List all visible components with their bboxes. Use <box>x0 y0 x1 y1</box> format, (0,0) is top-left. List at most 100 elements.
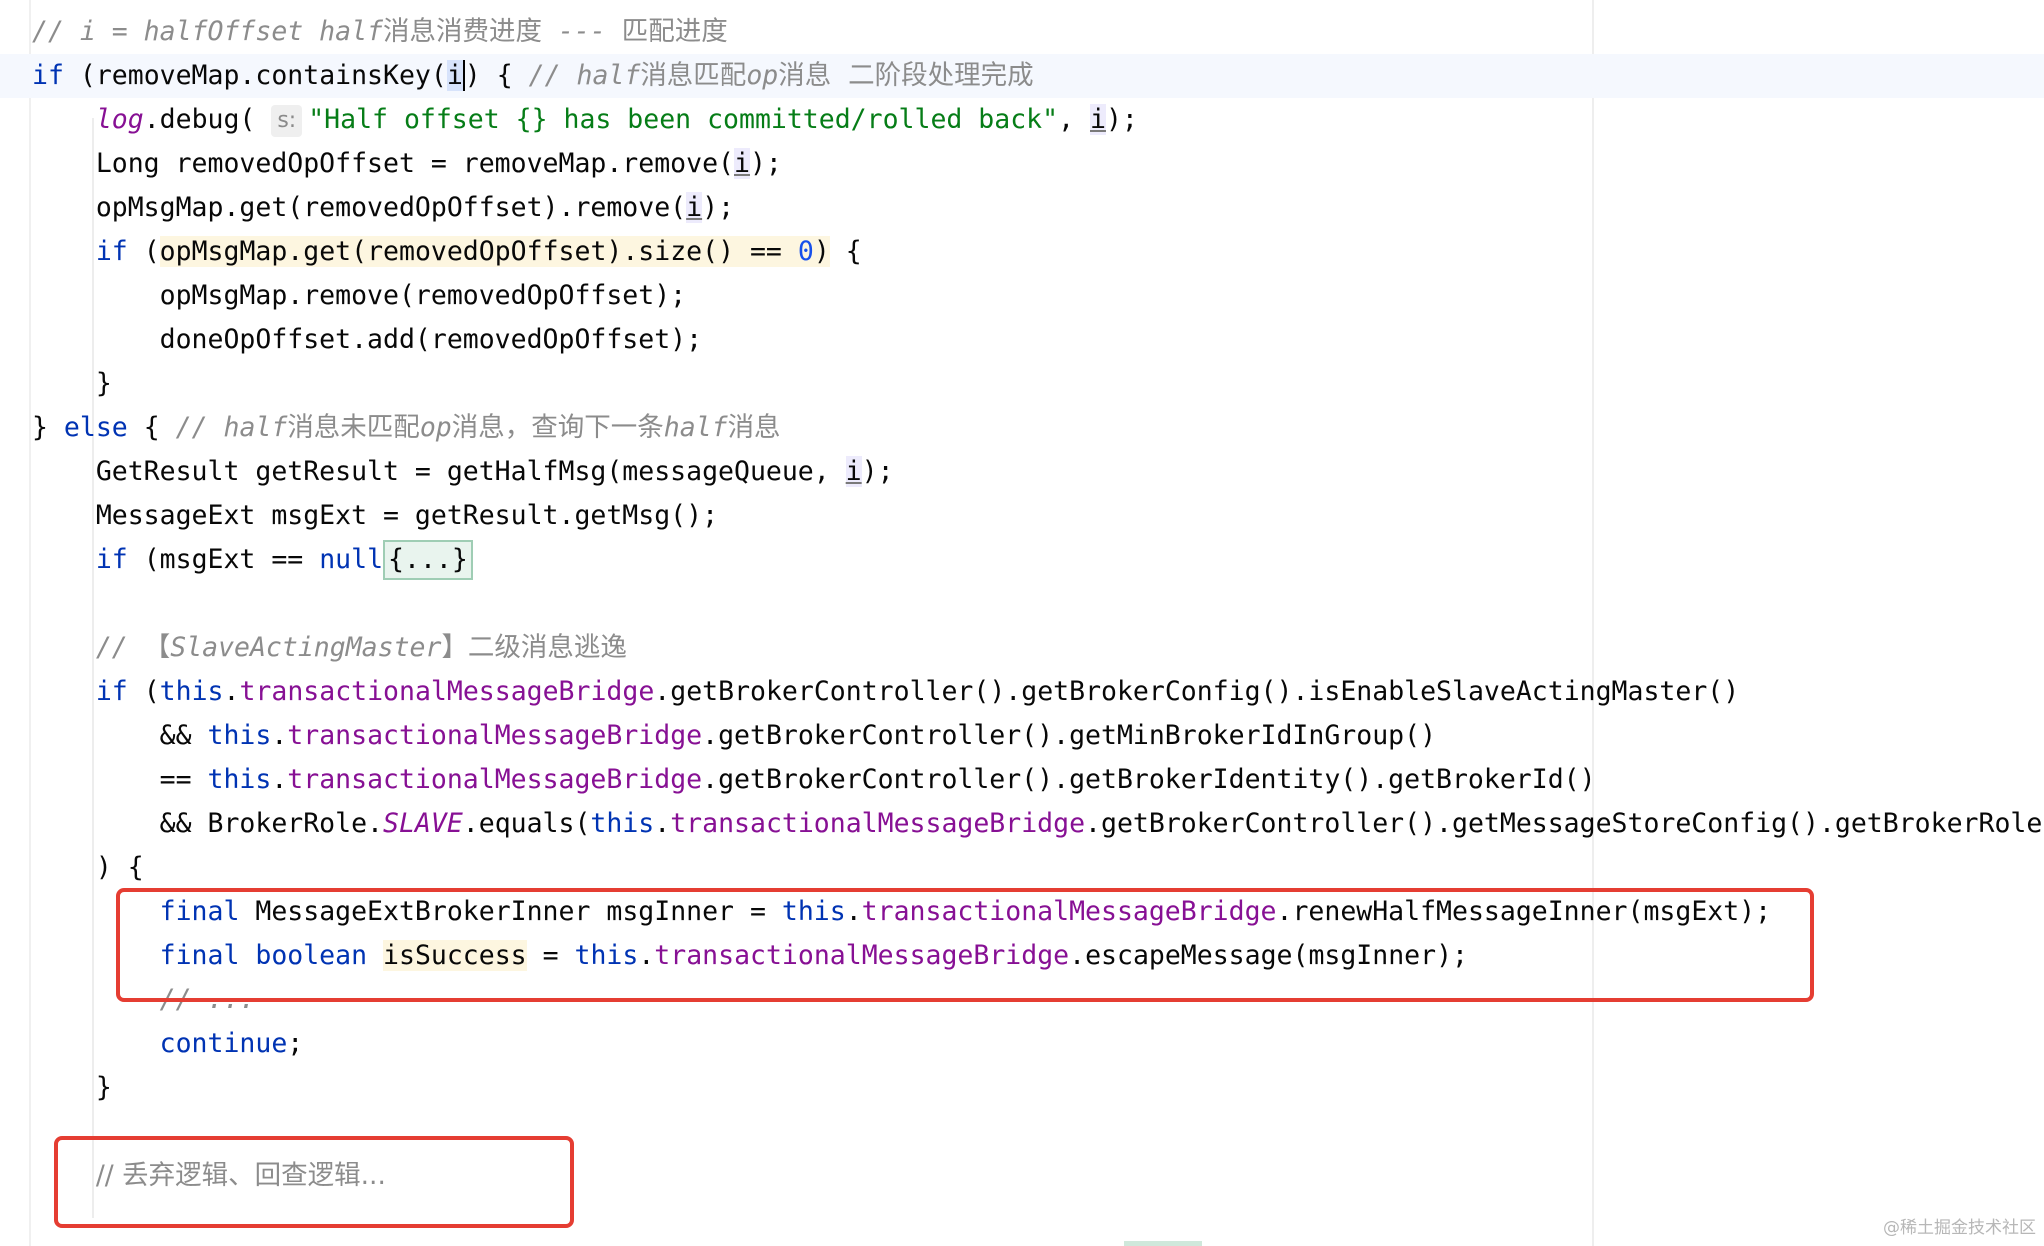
code-token: transactionalMessageBridge <box>670 808 1086 839</box>
code-token: opMsgMap.get(removedOpOffset).remove( <box>32 192 687 223</box>
code-line[interactable]: doneOpOffset.add(removedOpOffset); <box>0 318 702 362</box>
code-token: ) { <box>464 60 529 91</box>
code-token: transactionalMessageBridge <box>287 720 703 751</box>
code-token: 消息 二阶段处理完成 <box>778 60 1034 91</box>
code-line[interactable]: Long removedOpOffset = removeMap.remove(… <box>0 142 782 186</box>
code-token: } <box>32 412 64 443</box>
code-token: } <box>32 1072 112 1103</box>
code-token: Long removedOpOffset = removeMap.remove( <box>32 148 734 179</box>
code-line[interactable]: opMsgMap.get(removedOpOffset).remove(i); <box>0 186 734 230</box>
code-line[interactable]: if (opMsgMap.get(removedOpOffset).size()… <box>0 230 862 274</box>
code-token: transactionalMessageBridge <box>239 676 655 707</box>
code-line[interactable]: if (this.transactionalMessageBridge.getB… <box>0 670 1739 714</box>
code-token: .getBrokerController().getMessageStoreCo… <box>1085 808 2044 839</box>
highlight-box-escape <box>116 888 1814 1002</box>
scroll-marker <box>1124 1241 1202 1246</box>
code-token: continue <box>159 1028 288 1059</box>
code-token: (msgExt == <box>127 544 320 575</box>
code-token: && BrokerRole. <box>32 808 383 839</box>
code-line[interactable]: continue; <box>0 1022 304 1066</box>
code-token: ); <box>1105 104 1138 135</box>
code-token: 消息 <box>727 412 781 443</box>
code-line[interactable]: if (removeMap.containsKey(i) { // half消息… <box>0 54 2044 98</box>
folded-block[interactable]: {...} <box>383 540 473 580</box>
code-line[interactable]: MessageExt msgExt = getResult.getMsg(); <box>0 494 718 538</box>
code-token: --- <box>542 16 622 47</box>
code-token: op <box>419 412 452 443</box>
code-line[interactable]: } else { // half消息未匹配op消息，查询下一条half消息 <box>0 406 781 450</box>
code-token: // <box>95 632 144 663</box>
code-token: { <box>829 236 862 267</box>
code-token: i <box>446 60 465 91</box>
watermark: @稀土掘金技术社区 <box>1883 1218 2036 1238</box>
code-token: 匹配进度 <box>621 16 728 47</box>
code-token: // half <box>528 60 641 91</box>
code-token: SlaveActingMaster <box>170 632 442 663</box>
code-token: . <box>654 808 671 839</box>
code-token: .getBrokerController().getBrokerIdentity… <box>702 764 1596 795</box>
code-token: op <box>746 60 779 91</box>
code-token: GetResult getResult = getHalfMsg(message… <box>32 456 846 487</box>
code-line[interactable]: } <box>0 362 112 406</box>
code-token: this <box>207 720 272 751</box>
code-token: ( <box>127 236 160 267</box>
code-line[interactable] <box>0 582 32 626</box>
highlight-box-discard <box>54 1136 574 1228</box>
code-token: i <box>734 148 750 179</box>
code-token: ) { <box>32 852 144 883</box>
code-token: if <box>95 676 128 707</box>
code-token: "Half offset {} has been committed/rolle… <box>308 104 1059 135</box>
code-line[interactable]: // 【SlaveActingMaster】二级消息逃逸 <box>0 626 627 670</box>
code-token: .debug( <box>143 104 272 135</box>
code-token: // half <box>175 412 288 443</box>
code-token: transactionalMessageBridge <box>287 764 703 795</box>
code-token: ; <box>287 1028 304 1059</box>
code-token: 消息，查询下一条 <box>451 412 664 443</box>
code-token: ); <box>749 148 782 179</box>
code-token: doneOpOffset.add(removedOpOffset); <box>32 324 703 355</box>
code-line[interactable]: && this.transactionalMessageBridge.getBr… <box>0 714 1436 758</box>
code-line[interactable]: ) { <box>0 846 144 890</box>
code-token: i <box>1090 104 1106 135</box>
code-line[interactable]: opMsgMap.remove(removedOpOffset); <box>0 274 687 318</box>
code-token: opMsgMap.get(removedOpOffset).size() == <box>159 236 798 267</box>
code-token: ( <box>127 676 160 707</box>
code-token: MessageExt msgExt = getResult.getMsg(); <box>32 500 719 531</box>
code-token: if <box>95 236 128 267</box>
code-line[interactable]: == this.transactionalMessageBridge.getBr… <box>0 758 1596 802</box>
code-token: .equals( <box>462 808 591 839</box>
code-token: 0 <box>797 236 814 267</box>
code-line[interactable] <box>0 1110 32 1154</box>
parameter-hint: s: <box>271 105 303 137</box>
code-token: .getBrokerController().getMinBrokerIdInG… <box>702 720 1437 751</box>
code-line[interactable]: if (msgExt == null {...} <box>0 538 473 582</box>
code-token: i <box>686 192 703 223</box>
code-token: ) <box>813 236 830 267</box>
code-line[interactable]: } <box>0 1066 112 1110</box>
code-token: 消息匹配 <box>640 60 747 91</box>
code-token: , <box>1058 104 1090 135</box>
code-token: else <box>63 412 128 443</box>
code-token: (removeMap.containsKey( <box>63 60 447 91</box>
code-line[interactable]: log.debug( s: "Half offset {} has been co… <box>0 98 1138 142</box>
code-line[interactable]: // i = halfOffset half消息消费进度 --- 匹配进度 <box>0 10 728 54</box>
code-token: i <box>845 456 862 487</box>
code-token: 】二级消息逃逸 <box>441 632 627 663</box>
code-token: .getBrokerController().getBrokerConfig()… <box>654 676 1740 707</box>
code-token: } <box>32 368 112 399</box>
code-token: && <box>32 720 208 751</box>
right-margin-guide <box>1592 0 1594 1246</box>
code-line[interactable]: GetResult getResult = getHalfMsg(message… <box>0 450 894 494</box>
code-token: . <box>223 676 240 707</box>
code-line[interactable]: && BrokerRole.SLAVE.equals(this.transact… <box>0 802 2044 846</box>
code-token: SLAVE <box>383 808 463 839</box>
code-token: // i = halfOffset half <box>32 16 383 47</box>
code-token: this <box>207 764 272 795</box>
code-token: this <box>590 808 655 839</box>
